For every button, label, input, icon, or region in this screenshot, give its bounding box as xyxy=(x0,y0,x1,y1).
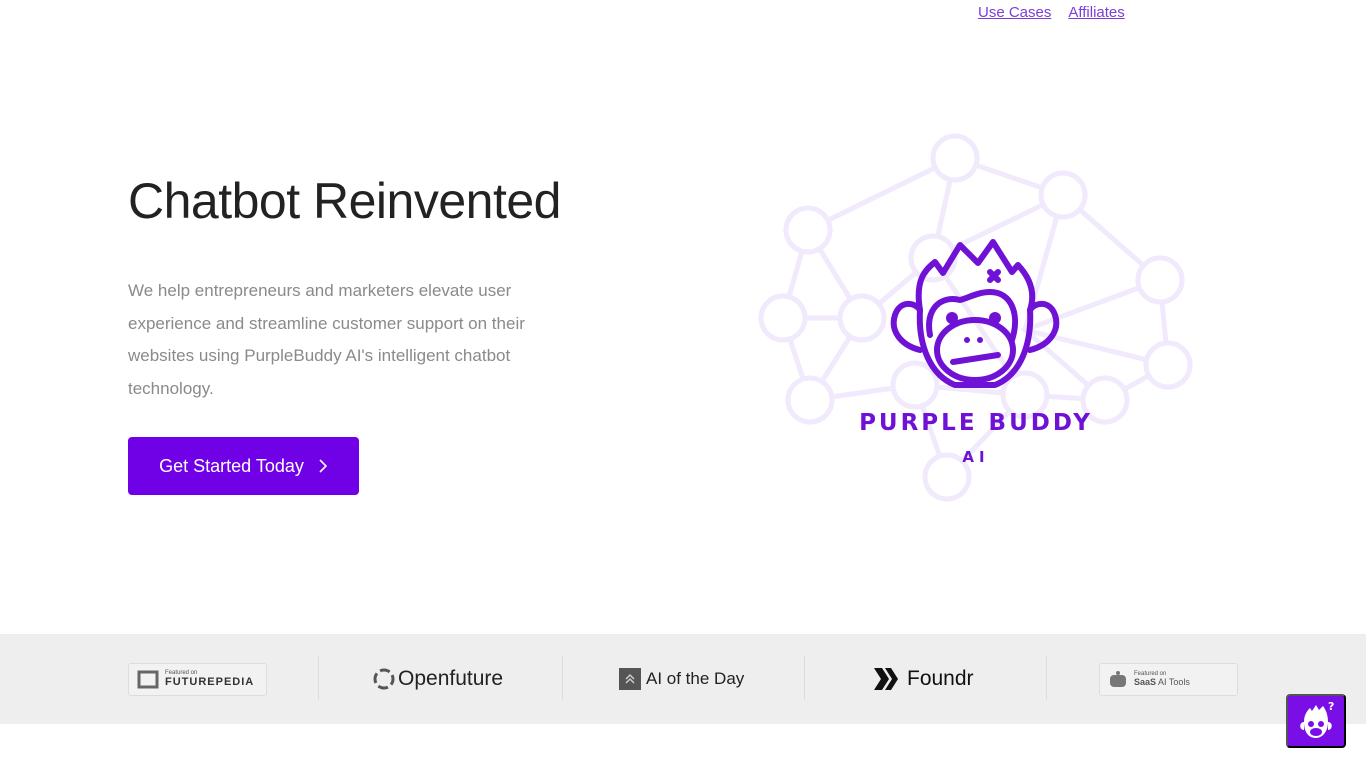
cta-label: Get Started Today xyxy=(159,455,304,476)
saas-ai-tools-badge[interactable]: Featured on SaaS AI Tools xyxy=(1099,658,1238,700)
openfuture-logo[interactable]: Openfuture xyxy=(372,658,503,700)
openfuture-icon xyxy=(373,668,395,690)
foundr-logo[interactable]: Foundr xyxy=(873,658,974,700)
logo-line1: PURPLE BUDDY xyxy=(859,410,1093,436)
chat-widget-button[interactable]: ? xyxy=(1286,694,1346,748)
get-started-button[interactable]: Get Started Today xyxy=(128,437,359,495)
foundr-icon xyxy=(874,668,898,690)
futurepedia-badge[interactable]: Featured on FUTUREPEDIA xyxy=(128,658,267,700)
svg-text:?: ? xyxy=(1328,700,1334,713)
ai-of-the-day-logo[interactable]: AI of the Day xyxy=(619,658,744,700)
robot-icon xyxy=(1110,671,1126,687)
futurepedia-icon xyxy=(137,670,159,689)
hero-title: Chatbot Reinvented xyxy=(128,173,561,229)
nav-use-cases[interactable]: Use Cases xyxy=(978,4,1051,21)
nav-affiliates[interactable]: Affiliates xyxy=(1068,4,1124,21)
purple-buddy-logo: PURPLE BUDDY AI xyxy=(750,130,1200,515)
monkey-chat-icon: ? xyxy=(1300,700,1334,738)
top-nav: Use Cases Affiliates xyxy=(978,4,1125,21)
chevron-right-icon xyxy=(319,459,328,473)
featured-band: Featured on FUTUREPEDIA Openfuture AI of … xyxy=(0,634,1366,724)
hero-description: We help entrepreneurs and marketers elev… xyxy=(128,281,525,398)
logo-line2: AI xyxy=(962,448,989,466)
double-chevron-up-icon xyxy=(619,668,641,690)
